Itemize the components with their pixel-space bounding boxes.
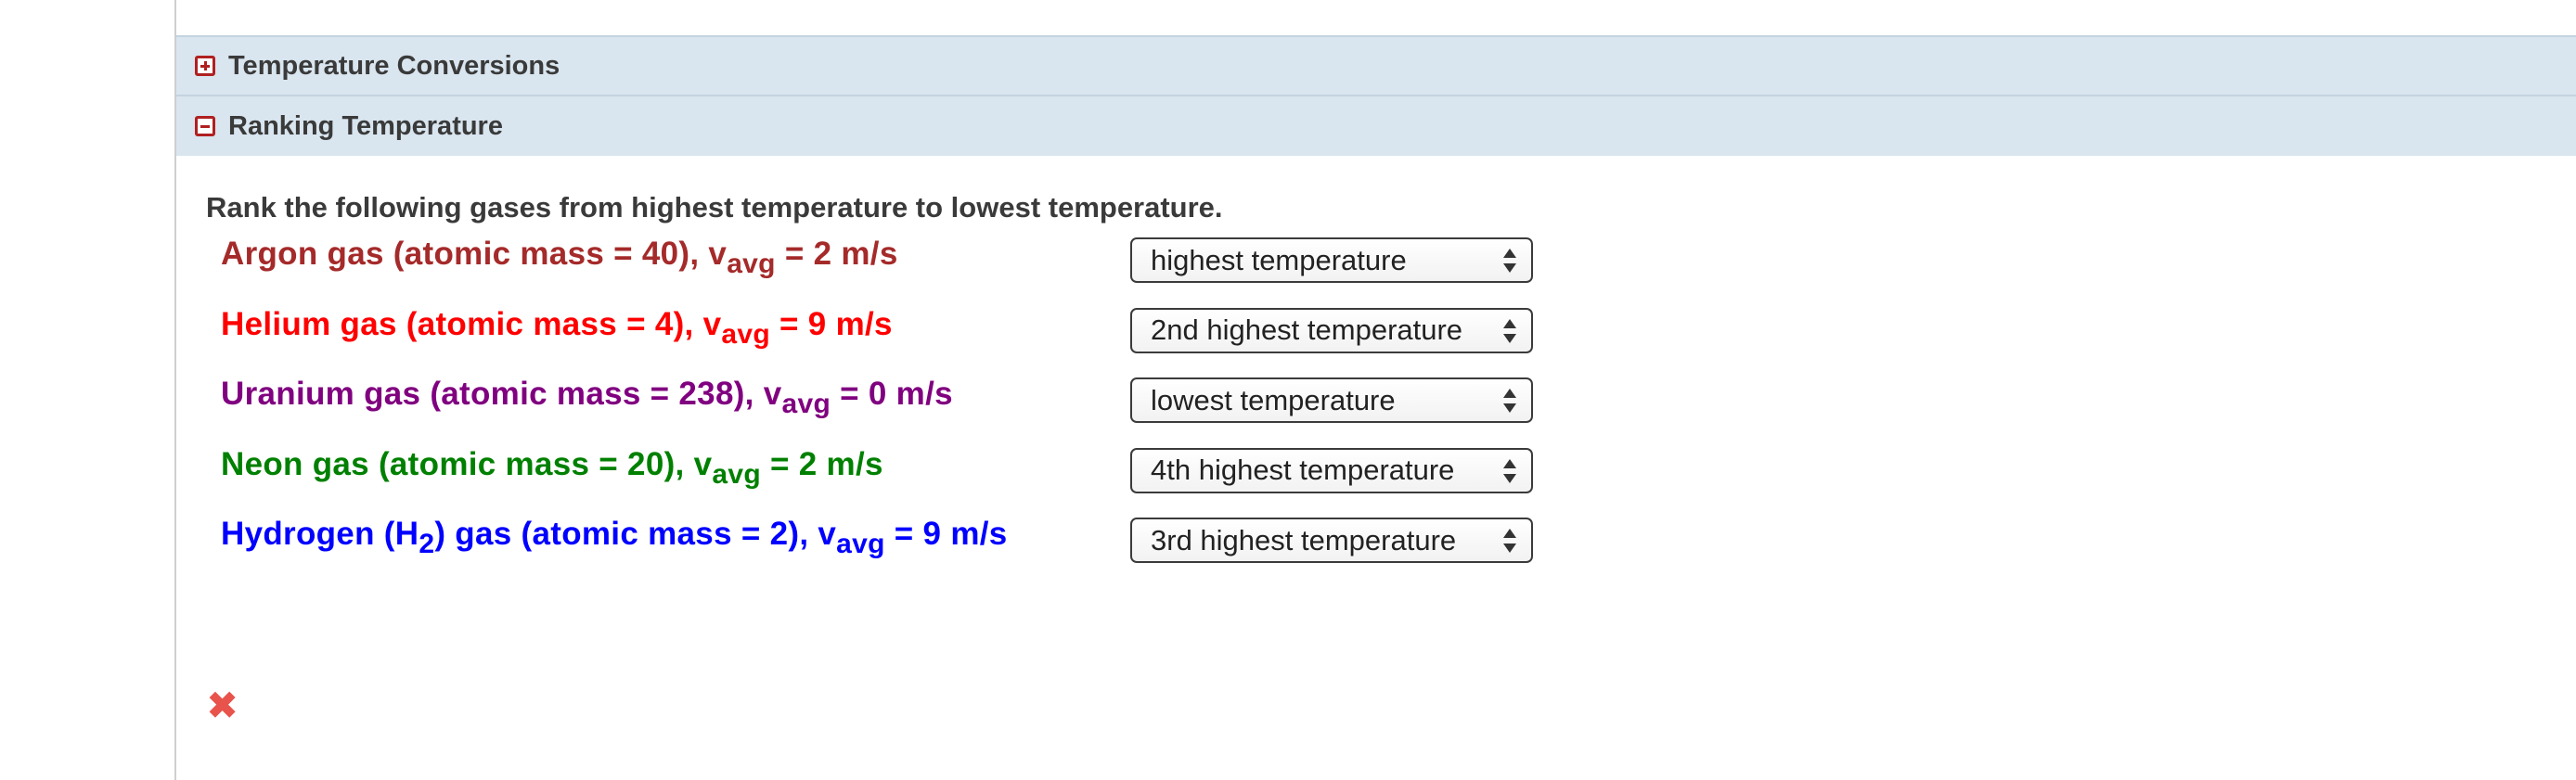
section-title: Ranking Temperature [228, 110, 503, 141]
instructions-text: Rank the following gases from highest te… [206, 191, 1223, 224]
select-arrows-icon [1503, 458, 1516, 483]
gas-velocity-text: = 0 m/s [831, 376, 953, 412]
gas-label-text: Neon gas (atomic mass = 20), v [221, 445, 713, 482]
select-arrows-icon [1503, 318, 1516, 343]
gas-velocity-text: = 9 m/s [770, 305, 893, 342]
rank-row-helium: Helium gas (atomic mass = 4), vavg = 9 m… [206, 304, 2576, 375]
rank-select-neon[interactable]: 4th highest temperature [1130, 447, 1533, 493]
incorrect-x-icon: ✖ [206, 684, 239, 727]
gas-label-helium: Helium gas (atomic mass = 4), vavg = 9 m… [221, 304, 893, 349]
gas-velocity-text: = 2 m/s [760, 445, 883, 482]
rank-select-uranium[interactable]: lowest temperature [1130, 377, 1533, 423]
rank-row-uranium: Uranium gas (atomic mass = 238), vavg = … [206, 374, 2576, 444]
ranking-content: Rank the following gases from highest te… [176, 156, 2576, 584]
rank-row-hydrogen: Hydrogen (H2) gas (atomic mass = 2), vav… [206, 514, 2576, 584]
collapse-minus-icon[interactable] [195, 116, 215, 136]
gas-velocity-text: = 9 m/s [884, 516, 1008, 552]
select-arrows-icon [1503, 529, 1516, 553]
section-title: Temperature Conversions [228, 50, 560, 81]
gas-label-text: Uranium gas (atomic mass = 238), v [221, 376, 782, 412]
gas-label-argon: Argon gas (atomic mass = 40), vavg = 2 m… [221, 234, 898, 278]
velocity-subscript: avg [712, 458, 761, 490]
gas-label-neon: Neon gas (atomic mass = 20), vavg = 2 m/… [221, 444, 883, 489]
select-value: 4th highest temperature [1151, 454, 1455, 486]
ranking-panel: Temperature Conversions Ranking Temperat… [176, 35, 2576, 584]
select-arrows-icon [1503, 389, 1516, 413]
select-arrows-icon [1503, 249, 1516, 273]
gas-label-hydrogen: Hydrogen (H2) gas (atomic mass = 2), vav… [221, 514, 1008, 558]
rank-select-hydrogen[interactable]: 3rd highest temperature [1130, 518, 1533, 563]
gas-label-text: Argon gas (atomic mass = 40), v [221, 236, 728, 272]
expand-plus-icon[interactable] [195, 56, 215, 76]
rank-row-neon: Neon gas (atomic mass = 20), vavg = 2 m/… [206, 444, 2576, 515]
select-value: 2nd highest temperature [1151, 313, 1463, 346]
rank-select-helium[interactable]: 2nd highest temperature [1130, 307, 1533, 353]
section-header-temperature-conversions[interactable]: Temperature Conversions [176, 35, 2576, 95]
page: Temperature Conversions Ranking Temperat… [0, 0, 2576, 780]
velocity-subscript: avg [836, 529, 885, 559]
velocity-subscript: avg [781, 389, 831, 419]
gas-label-text: Helium gas (atomic mass = 4), v [221, 305, 722, 342]
gas-velocity-text: = 2 m/s [775, 236, 898, 272]
select-value: lowest temperature [1151, 383, 1396, 416]
section-header-ranking-temperature[interactable]: Ranking Temperature [176, 95, 2576, 156]
select-value: 3rd highest temperature [1151, 523, 1457, 556]
rank-select-argon[interactable]: highest temperature [1130, 237, 1533, 283]
gas-label-uranium: Uranium gas (atomic mass = 238), vavg = … [221, 374, 953, 418]
velocity-subscript: avg [721, 318, 770, 350]
formula-subscript: 2 [419, 529, 435, 559]
velocity-subscript: avg [727, 249, 776, 279]
gas-label-text: Hydrogen (H [221, 516, 419, 552]
gas-label-text: ) gas (atomic mass = 2), v [434, 516, 837, 552]
rank-row-argon: Argon gas (atomic mass = 40), vavg = 2 m… [206, 234, 2576, 304]
select-value: highest temperature [1151, 243, 1407, 276]
